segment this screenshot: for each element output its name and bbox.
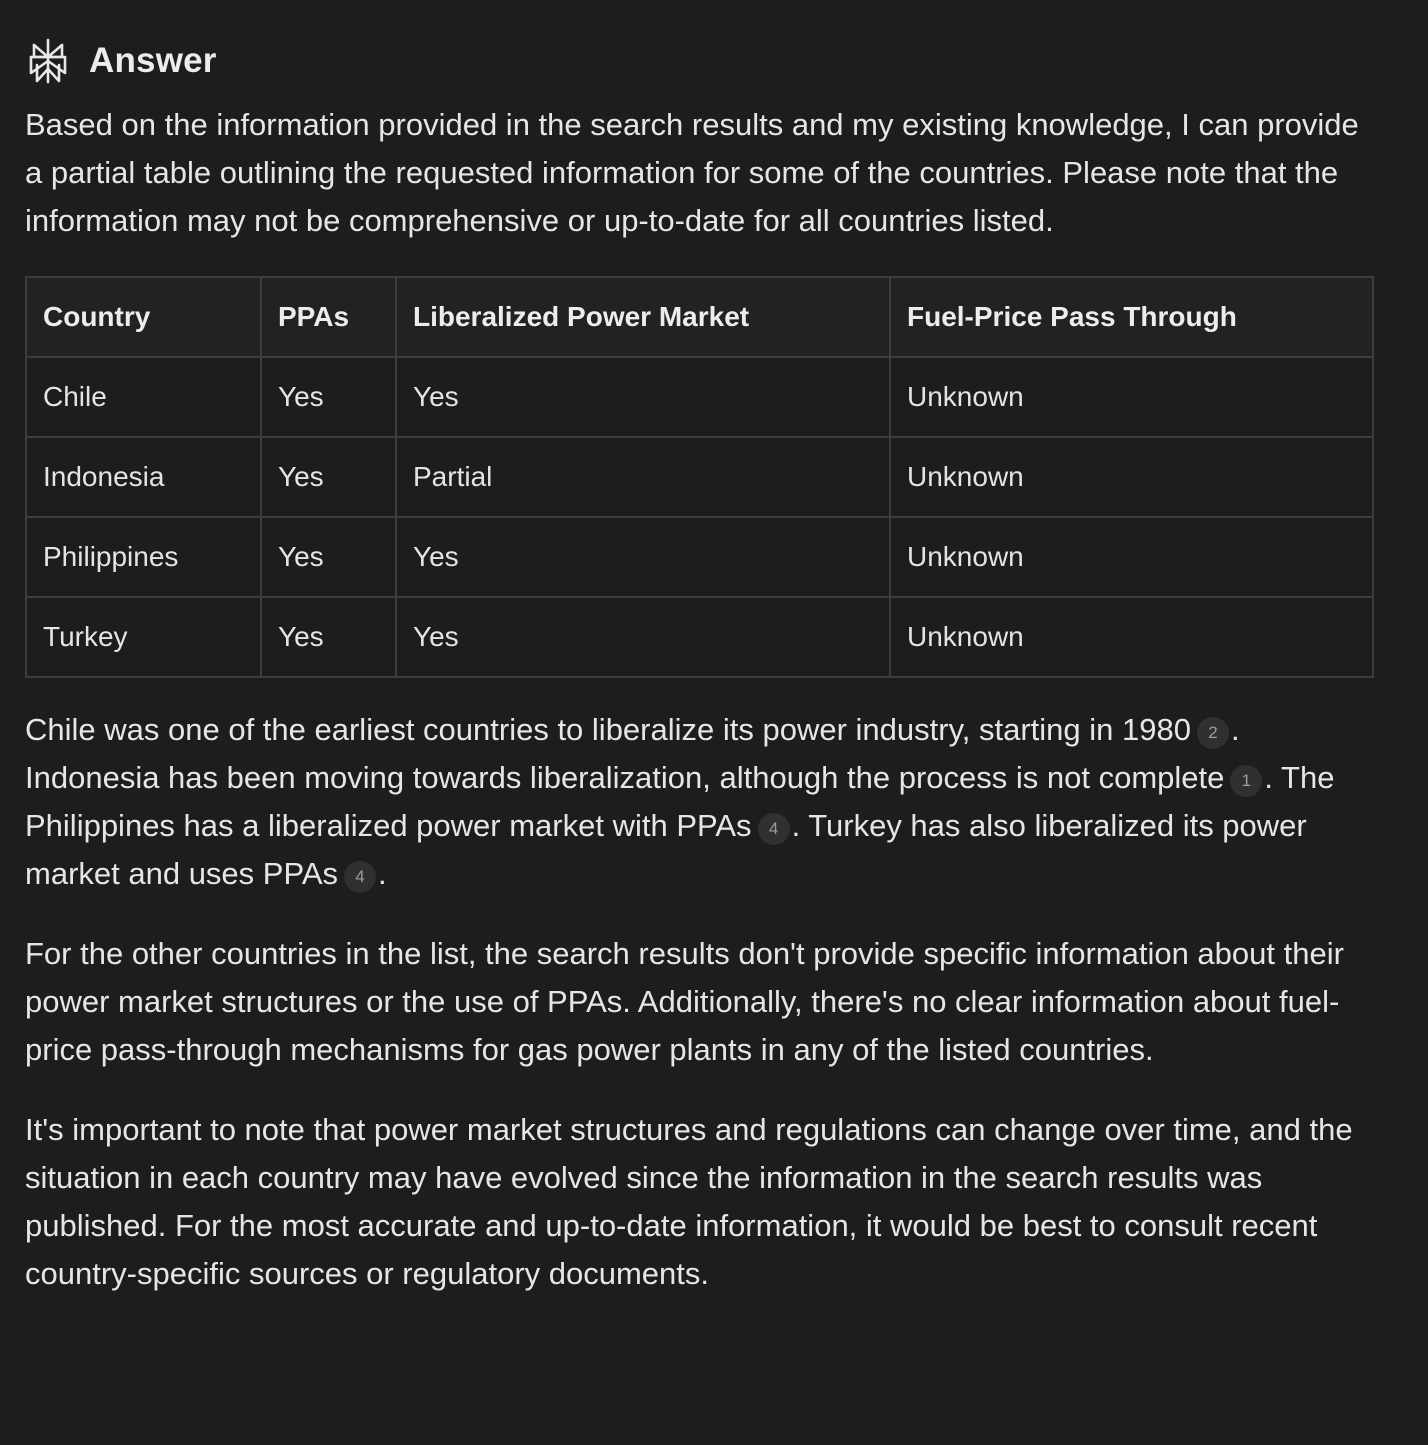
cell-ppas: Yes xyxy=(260,596,397,678)
table-row: Philippines Yes Yes Unknown xyxy=(25,516,1374,598)
column-header-ppas: PPAs xyxy=(260,276,397,358)
citation-badge[interactable]: 1 xyxy=(1230,765,1263,797)
cell-country: Turkey xyxy=(25,596,262,678)
cell-liberalized-power-market: Yes xyxy=(395,356,891,438)
answer-panel: Answer Based on the information provided… xyxy=(25,28,1375,1298)
column-header-liberalized-power-market: Liberalized Power Market xyxy=(395,276,891,358)
cell-country: Chile xyxy=(25,356,262,438)
cell-fuel-price-pass-through: Unknown xyxy=(889,516,1374,598)
sentence-chile: Chile was one of the earliest countries … xyxy=(25,712,1191,747)
citation-badge[interactable]: 2 xyxy=(1196,717,1229,749)
cell-ppas: Yes xyxy=(260,516,397,598)
perplexity-logo-icon xyxy=(28,37,68,85)
other-countries-paragraph: For the other countries in the list, the… xyxy=(25,936,1344,1067)
cell-liberalized-power-market: Partial xyxy=(395,436,891,518)
citation-badge[interactable]: 4 xyxy=(757,813,790,845)
cell-country: Indonesia xyxy=(25,436,262,518)
table-row: Indonesia Yes Partial Unknown xyxy=(25,436,1374,518)
summary-paragraph: Chile was one of the earliest countries … xyxy=(25,706,1375,898)
citation-badge[interactable]: 4 xyxy=(344,861,377,893)
cell-ppas: Yes xyxy=(260,356,397,438)
cell-liberalized-power-market: Yes xyxy=(395,516,891,598)
column-header-fuel-price-pass-through: Fuel-Price Pass Through xyxy=(889,276,1374,358)
table-row: Turkey Yes Yes Unknown xyxy=(25,596,1374,678)
table-header-row: Country PPAs Liberalized Power Market Fu… xyxy=(25,276,1374,358)
cell-fuel-price-pass-through: Unknown xyxy=(889,436,1374,518)
intro-paragraph: Based on the information provided in the… xyxy=(25,107,1359,238)
answer-title: Answer xyxy=(89,41,217,80)
column-header-country: Country xyxy=(25,276,262,358)
answer-header: Answer xyxy=(28,28,1375,94)
cell-country: Philippines xyxy=(25,516,262,598)
table-row: Chile Yes Yes Unknown xyxy=(25,356,1374,438)
cell-fuel-price-pass-through: Unknown xyxy=(889,356,1374,438)
sentence-end: . xyxy=(378,856,387,891)
cell-ppas: Yes xyxy=(260,436,397,518)
cell-fuel-price-pass-through: Unknown xyxy=(889,596,1374,678)
results-table: Country PPAs Liberalized Power Market Fu… xyxy=(25,276,1374,678)
disclaimer-paragraph: It's important to note that power market… xyxy=(25,1112,1353,1291)
cell-liberalized-power-market: Yes xyxy=(395,596,891,678)
